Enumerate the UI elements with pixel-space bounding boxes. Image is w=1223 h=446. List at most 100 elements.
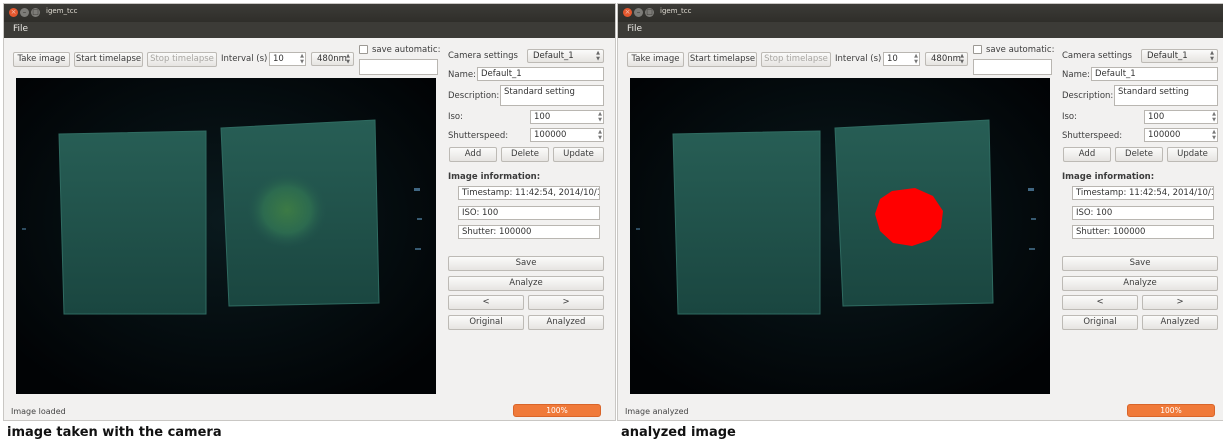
title-bar: × – □ igem_tcc: [618, 4, 1223, 22]
update-preset-button[interactable]: Update: [1167, 147, 1218, 162]
iso-spinbox[interactable]: 100 ▲ ▼: [530, 110, 604, 124]
interval-label: Interval (s): [835, 54, 882, 64]
camera-preset-value: Default_1: [1147, 51, 1188, 61]
previous-image-button[interactable]: <: [448, 295, 524, 310]
description-label: Description:: [1062, 91, 1114, 101]
camera-preset-select[interactable]: Default_1 ▲ ▼: [1141, 49, 1218, 63]
start-timelapse-button[interactable]: Start timelapse: [688, 52, 757, 67]
stop-timelapse-button[interactable]: Stop timelapse: [761, 52, 831, 67]
reflection-mark: [415, 248, 421, 250]
caption-analyzed: analyzed image: [621, 425, 736, 440]
save-button[interactable]: Save: [448, 256, 604, 271]
save-button[interactable]: Save: [1062, 256, 1218, 271]
camera-settings-label: Camera settings: [1062, 51, 1132, 61]
gel-plate-left: [672, 130, 821, 315]
analyzed-image: [630, 78, 1050, 394]
start-timelapse-button[interactable]: Start timelapse: [74, 52, 143, 67]
analyze-button[interactable]: Analyze: [448, 276, 604, 291]
interval-spinbox[interactable]: 10 ▲ ▼: [883, 52, 920, 66]
save-automatic-input[interactable]: [973, 59, 1052, 75]
reflection-mark: [636, 228, 640, 230]
next-image-button[interactable]: >: [528, 295, 604, 310]
show-analyzed-button[interactable]: Analyzed: [1142, 315, 1218, 330]
show-original-button[interactable]: Original: [448, 315, 524, 330]
previous-image-button[interactable]: <: [1062, 295, 1138, 310]
name-field[interactable]: Default_1: [1091, 67, 1218, 81]
reflection-mark: [1029, 248, 1035, 250]
gel-plate-left: [58, 130, 207, 315]
iso-spinbox[interactable]: 100 ▲ ▼: [1144, 110, 1218, 124]
progress-label: 100%: [546, 406, 568, 415]
interval-spinbox[interactable]: 10 ▲ ▼: [269, 52, 306, 66]
window-title: igem_tcc: [660, 7, 692, 15]
stop-timelapse-button[interactable]: Stop timelapse: [147, 52, 217, 67]
wavelength-select[interactable]: 480nm ▲ ▼: [311, 52, 354, 66]
description-field[interactable]: Standard setting: [1114, 85, 1218, 106]
menu-file[interactable]: File: [13, 24, 28, 34]
save-automatic-checkbox[interactable]: [359, 45, 368, 54]
spin-arrows-icon[interactable]: ▲ ▼: [1212, 111, 1216, 123]
spin-arrows-icon[interactable]: ▲ ▼: [598, 111, 602, 123]
spin-arrows-icon[interactable]: ▲ ▼: [598, 129, 602, 141]
status-text: Image analyzed: [625, 407, 689, 416]
chevron-updown-icon: ▲ ▼: [346, 53, 350, 65]
spin-arrows-icon[interactable]: ▲ ▼: [300, 53, 304, 65]
minimize-icon[interactable]: –: [634, 8, 643, 17]
iso-value: 100: [534, 112, 551, 122]
next-image-button[interactable]: >: [1142, 295, 1218, 310]
save-automatic-input[interactable]: [359, 59, 438, 75]
close-icon[interactable]: ×: [9, 8, 18, 17]
shutterspeed-value: 100000: [534, 130, 567, 140]
spin-arrows-icon[interactable]: ▲ ▼: [1212, 129, 1216, 141]
show-original-button[interactable]: Original: [1062, 315, 1138, 330]
progress-bar: 100%: [1127, 404, 1215, 417]
add-preset-button[interactable]: Add: [449, 147, 497, 162]
menu-file[interactable]: File: [627, 24, 642, 34]
camera-preset-value: Default_1: [533, 51, 574, 61]
camera-preset-select[interactable]: Default_1 ▲ ▼: [527, 49, 604, 63]
spin-arrows-icon[interactable]: ▲ ▼: [914, 53, 918, 65]
window-title: igem_tcc: [46, 7, 78, 15]
update-preset-button[interactable]: Update: [553, 147, 604, 162]
info-shutter-field: Shutter: 100000: [1072, 225, 1214, 239]
shutterspeed-value: 100000: [1148, 130, 1181, 140]
reflection-mark: [417, 218, 422, 220]
chevron-updown-icon: ▲ ▼: [596, 50, 600, 62]
show-analyzed-button[interactable]: Analyzed: [528, 315, 604, 330]
image-information-heading: Image information:: [1062, 172, 1155, 182]
minimize-icon[interactable]: –: [20, 8, 29, 17]
app-window-analyzed: × – □ igem_tcc File Take image Start tim…: [617, 3, 1223, 421]
save-automatic-label: save automatic:: [372, 45, 441, 55]
interval-value: 10: [887, 54, 898, 64]
wavelength-select[interactable]: 480nm ▲ ▼: [925, 52, 968, 66]
delete-preset-button[interactable]: Delete: [501, 147, 549, 162]
iso-label: Iso:: [448, 112, 463, 122]
image-viewer: [630, 78, 1050, 394]
timestamp-field: Timestamp: 11:42:54, 2014/10/17: [458, 186, 600, 200]
shutterspeed-spinbox[interactable]: 100000 ▲ ▼: [530, 128, 604, 142]
add-preset-button[interactable]: Add: [1063, 147, 1111, 162]
image-viewer: [16, 78, 436, 394]
progress-label: 100%: [1160, 406, 1182, 415]
maximize-icon[interactable]: □: [31, 8, 40, 17]
save-automatic-checkbox[interactable]: [973, 45, 982, 54]
analyze-button[interactable]: Analyze: [1062, 276, 1218, 291]
wavelength-value: 480nm: [931, 54, 961, 64]
fluorescent-spot: [247, 172, 327, 248]
delete-preset-button[interactable]: Delete: [1115, 147, 1163, 162]
description-label: Description:: [448, 91, 500, 101]
reflection-mark: [1031, 218, 1036, 220]
name-label: Name:: [448, 70, 476, 80]
maximize-icon[interactable]: □: [645, 8, 654, 17]
take-image-button[interactable]: Take image: [627, 52, 684, 67]
close-icon[interactable]: ×: [623, 8, 632, 17]
chevron-updown-icon: ▲ ▼: [1210, 50, 1214, 62]
status-text: Image loaded: [11, 407, 66, 416]
iso-label: Iso:: [1062, 112, 1077, 122]
shutterspeed-spinbox[interactable]: 100000 ▲ ▼: [1144, 128, 1218, 142]
take-image-button[interactable]: Take image: [13, 52, 70, 67]
name-field[interactable]: Default_1: [477, 67, 604, 81]
description-field[interactable]: Standard setting: [500, 85, 604, 106]
menu-bar: File: [618, 22, 1223, 38]
name-label: Name:: [1062, 70, 1090, 80]
